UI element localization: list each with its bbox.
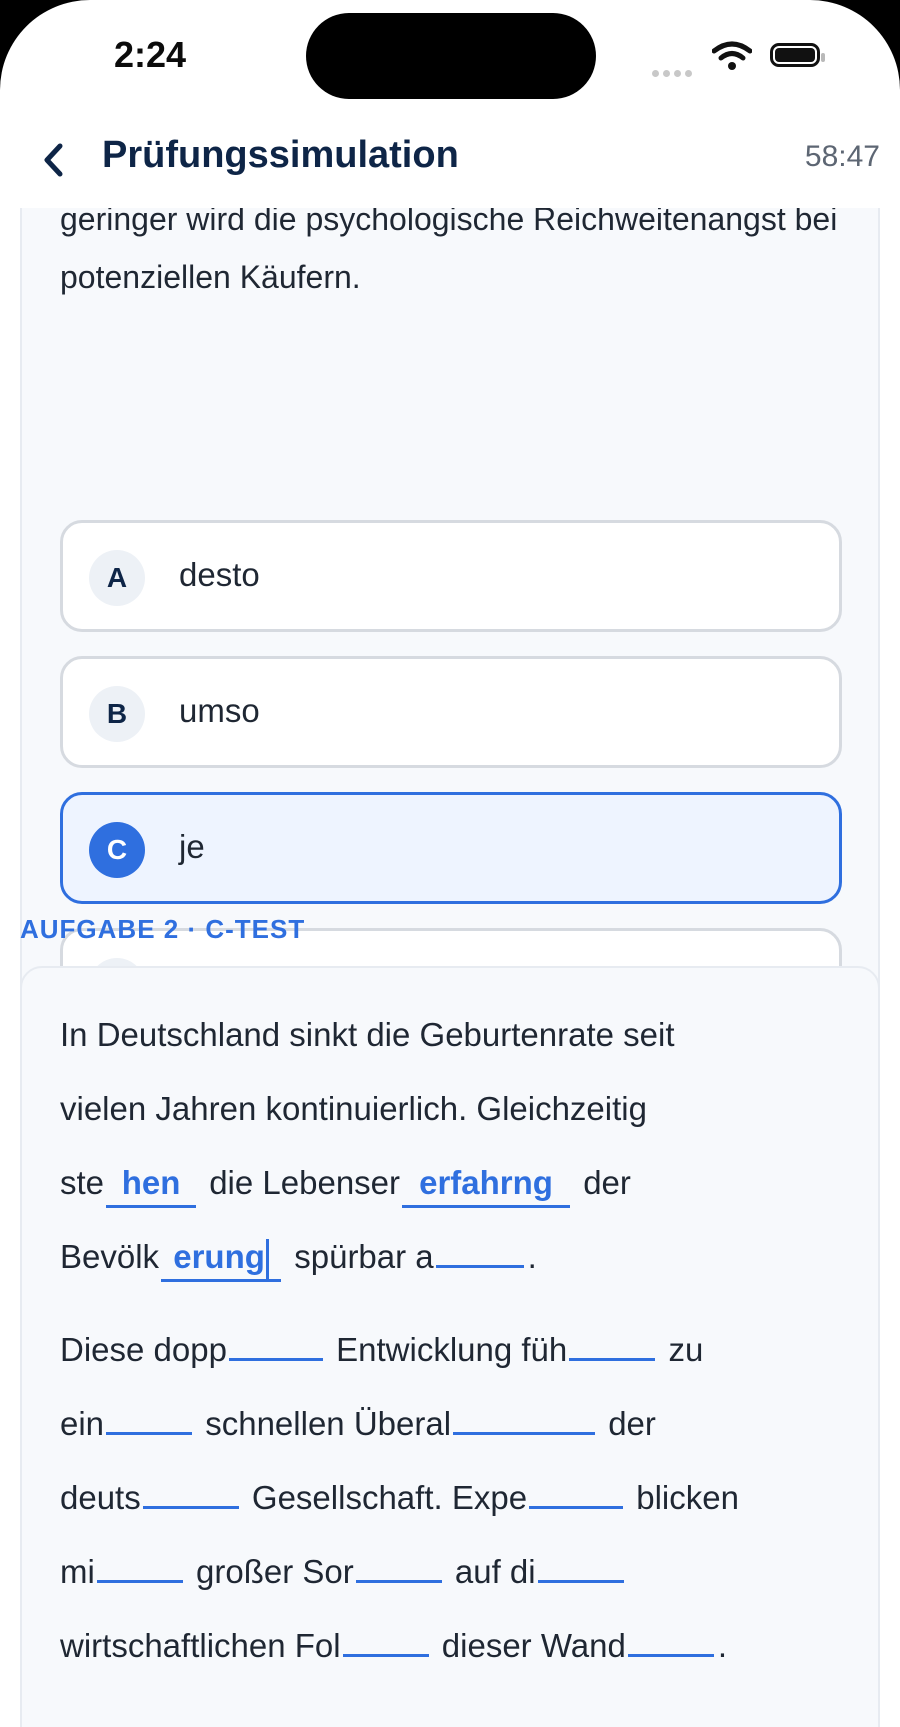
gap-input[interactable]	[106, 1402, 193, 1435]
text-segment: blicken	[636, 1479, 739, 1516]
text-segment: vielen Jahren kontinuierlich. Gleichzeit…	[60, 1090, 647, 1127]
option-b[interactable]: B umso	[60, 656, 842, 768]
cellular-signal-icon	[652, 64, 696, 82]
gap-input[interactable]	[142, 1476, 239, 1509]
text-segment: Bevölk	[60, 1238, 160, 1275]
text-line: Bevölk erung spürbar a.	[60, 1220, 850, 1294]
gap-input[interactable]: hen	[106, 1161, 197, 1208]
option-letter-badge: A	[89, 550, 145, 606]
text-segment: deuts	[60, 1479, 141, 1516]
c-test-paragraph-2: Diese dopp Entwicklung füh zu ein schnel…	[60, 1313, 850, 1683]
back-chevron-icon[interactable]	[38, 140, 70, 180]
option-c[interactable]: C je	[60, 792, 842, 904]
text-segment: .	[717, 1627, 727, 1664]
text-segment: Diese dopp	[60, 1331, 227, 1368]
text-segment: wirtschaftlichen Fol	[60, 1627, 341, 1664]
question-card: geringer wird die psychologische Reichwe…	[20, 208, 880, 1083]
option-label: desto	[179, 556, 260, 593]
text-line: ein schnellen Überal der	[60, 1387, 850, 1461]
text-line: vielen Jahren kontinuierlich. Gleichzeit…	[60, 1072, 850, 1146]
gap-input[interactable]	[627, 1624, 714, 1657]
gap-input[interactable]: erfahrng	[402, 1161, 571, 1208]
text-segment: schnellen Überal	[205, 1405, 452, 1442]
c-test-paragraph-1: In Deutschland sinkt die Geburtenrate se…	[60, 998, 850, 1294]
text-segment: Gesellschaft. Expe	[251, 1479, 528, 1516]
text-segment: der	[583, 1164, 631, 1201]
gap-input[interactable]	[355, 1550, 442, 1583]
text-segment: mi	[60, 1553, 95, 1590]
phone-screen: 2:24 Prüfungssimulation 58:47 geringer w…	[0, 0, 900, 1727]
text-segment: In Deutschland sinkt die Geburtenrate se…	[60, 1016, 675, 1053]
text-segment: der	[608, 1405, 656, 1442]
gap-input-active[interactable]: erung	[161, 1235, 282, 1282]
text-segment: dieser Wand	[441, 1627, 626, 1664]
wifi-icon	[712, 41, 752, 70]
gap-input[interactable]	[529, 1476, 624, 1509]
gap-input[interactable]	[228, 1328, 323, 1361]
text-line: Diese dopp Entwicklung füh zu	[60, 1313, 850, 1387]
text-line: ste hen die Lebenser erfahrng der	[60, 1146, 850, 1220]
question-text: geringer wird die psychologische Reichwe…	[60, 208, 838, 295]
exam-timer: 58:47	[804, 140, 880, 173]
gap-input[interactable]	[453, 1402, 596, 1435]
gap-value: erung	[173, 1238, 265, 1275]
text-segment: spürbar a	[294, 1238, 434, 1275]
text-segment: ein	[60, 1405, 105, 1442]
option-label: je	[179, 828, 205, 865]
text-segment: ste	[60, 1164, 105, 1201]
text-line: deuts Gesellschaft. Expe blicken	[60, 1461, 850, 1535]
text-segment: auf di	[454, 1553, 536, 1590]
gap-input[interactable]	[569, 1328, 656, 1361]
gap-input[interactable]	[435, 1235, 524, 1268]
option-letter-badge: C	[89, 822, 145, 878]
text-segment: .	[527, 1238, 537, 1275]
text-line: mi großer Sor auf di	[60, 1535, 850, 1609]
app-header: Prüfungssimulation 58:47	[0, 110, 900, 208]
text-line: wirtschaftlichen Fol dieser Wand.	[60, 1609, 850, 1683]
option-letter-badge: B	[89, 686, 145, 742]
gap-input[interactable]	[537, 1550, 624, 1583]
text-cursor	[265, 1239, 269, 1280]
text-segment: großer Sor	[196, 1553, 354, 1590]
dynamic-island	[306, 13, 596, 99]
battery-icon	[770, 43, 825, 67]
gap-input[interactable]	[96, 1550, 183, 1583]
text-segment: zu	[668, 1331, 704, 1368]
option-label: umso	[179, 692, 260, 729]
option-a[interactable]: A desto	[60, 520, 842, 632]
text-line: In Deutschland sinkt die Geburtenrate se…	[60, 998, 850, 1072]
section-label: AUFGABE 2 · C-TEST	[20, 914, 306, 944]
status-time: 2:24	[114, 34, 187, 75]
page-title: Prüfungssimulation	[102, 134, 459, 176]
gap-input[interactable]	[342, 1624, 429, 1657]
scroll-content[interactable]: geringer wird die psychologische Reichwe…	[0, 208, 900, 1727]
status-bar: 2:24	[0, 0, 900, 110]
text-segment: die Lebenser	[209, 1164, 401, 1201]
c-test-card: In Deutschland sinkt die Geburtenrate se…	[20, 966, 880, 1727]
text-segment: Entwicklung füh	[336, 1331, 568, 1368]
